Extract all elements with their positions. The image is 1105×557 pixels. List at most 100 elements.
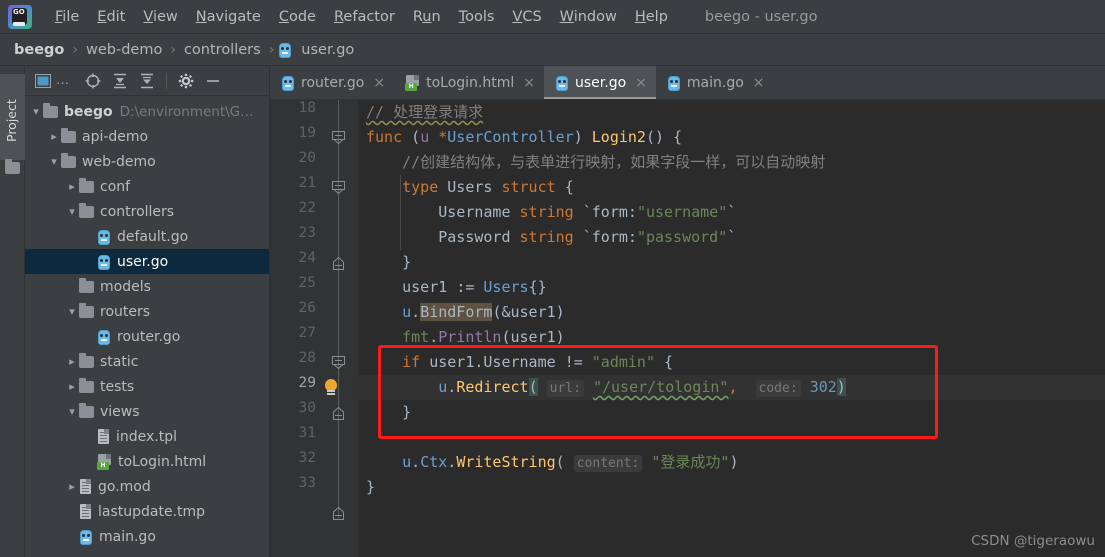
menu-view[interactable]: View	[134, 7, 186, 27]
code-line-18[interactable]: // 处理登录请求	[358, 100, 1105, 125]
tree-row[interactable]: ▾ views	[25, 399, 269, 424]
chevron-right-icon[interactable]: ▸	[65, 481, 79, 492]
close-icon[interactable]: ×	[635, 76, 647, 90]
code-line-26[interactable]: u.BindForm(&user1)	[358, 300, 1105, 325]
chevron-down-icon[interactable]: ▾	[65, 406, 79, 417]
fold-collapse-icon[interactable]	[332, 356, 345, 369]
lightbulb-icon[interactable]	[323, 379, 339, 397]
tree-item-label: beego	[64, 103, 113, 120]
code-line-28[interactable]: if user1.Username != "admin" {	[358, 350, 1105, 375]
collapse-all-button[interactable]	[135, 70, 159, 92]
toolbar-divider	[166, 72, 167, 89]
fold-collapse-icon[interactable]	[332, 181, 345, 194]
menu-navigate[interactable]: Navigate	[187, 7, 270, 27]
menu-help[interactable]: Help	[626, 7, 677, 27]
fold-end-icon[interactable]	[332, 507, 345, 520]
editor-tab-main-go[interactable]: main.go ×	[656, 66, 774, 99]
tree-row[interactable]: ▸ main.go	[25, 524, 269, 549]
chevron-down-icon[interactable]: ▾	[65, 306, 79, 317]
close-icon[interactable]: ×	[373, 76, 385, 90]
go-file-icon	[97, 254, 111, 270]
line-number: 24	[298, 250, 316, 266]
chevron-right-icon[interactable]: ▸	[65, 356, 79, 367]
tree-row[interactable]: ▸ lastupdate.tmp	[25, 499, 269, 524]
tree-row[interactable]: ▸ index.tpl	[25, 424, 269, 449]
menu-code[interactable]: Code	[270, 7, 325, 27]
tree-row[interactable]: ▾ web-demo	[25, 149, 269, 174]
fold-end-icon[interactable]	[332, 257, 345, 270]
tree-row[interactable]: ▾ controllers	[25, 199, 269, 224]
editor-tab-router-go[interactable]: router.go ×	[270, 66, 394, 99]
project-tree[interactable]: ▾ beego D:\environment\G… ▸ api-demo ▾ w…	[25, 96, 269, 557]
tree-row[interactable]: ▾ beego D:\environment\G…	[25, 99, 269, 124]
tree-row[interactable]: ▸ router.go	[25, 324, 269, 349]
tree-row[interactable]: ▸ conf	[25, 174, 269, 199]
tree-row[interactable]: ▸ api-demo	[25, 124, 269, 149]
tree-item-label: main.go	[99, 528, 156, 545]
hide-tool-window-button[interactable]	[201, 70, 225, 92]
breadcrumb-separator: ›	[268, 41, 275, 58]
code-line-29[interactable]: u.Redirect( url: "/user/tologin", code: …	[358, 375, 1105, 400]
editor-tab-tologin-html[interactable]: H toLogin.html ×	[394, 66, 544, 99]
editor-gutter[interactable]: 18 19 20 21 22 23 24 25 26 27 28 29 30 3…	[270, 100, 358, 557]
project-view-selector-dots[interactable]: …	[56, 73, 70, 88]
tree-row[interactable]: ▾ routers	[25, 299, 269, 324]
menu-vcs[interactable]: VCS	[503, 7, 550, 27]
tree-row[interactable]: ▸ default.go	[25, 224, 269, 249]
tool-window-tab-project[interactable]: Project	[0, 74, 25, 160]
menu-edit[interactable]: Edit	[88, 7, 134, 27]
editor-tab-label: main.go	[686, 74, 744, 91]
chevron-right-icon[interactable]: ▸	[47, 131, 61, 142]
code-line-25[interactable]: user1 := Users{}	[358, 275, 1105, 300]
tree-row[interactable]: ▸ H toLogin.html	[25, 449, 269, 474]
editor-tab-user-go[interactable]: user.go ×	[544, 66, 656, 99]
tree-item-label: router.go	[117, 328, 181, 345]
fold-end-icon[interactable]	[332, 407, 345, 420]
project-view-selector-button[interactable]	[31, 70, 55, 92]
tree-row[interactable]: ▸ models	[25, 274, 269, 299]
menu-tools[interactable]: Tools	[450, 7, 504, 27]
code-line-23[interactable]: Password string `form:"password"`	[358, 225, 1105, 250]
tree-row-selected[interactable]: ▸ user.go	[25, 249, 269, 274]
chevron-down-icon[interactable]: ▾	[65, 206, 79, 217]
tree-row[interactable]: ▸ static	[25, 349, 269, 374]
expand-all-button[interactable]	[108, 70, 132, 92]
go-file-icon	[555, 75, 569, 91]
folder-icon	[79, 402, 94, 418]
code-line-19[interactable]: func (u *UserController) Login2() {	[358, 125, 1105, 150]
chevron-down-icon[interactable]: ▾	[47, 156, 61, 167]
code-line-24[interactable]: }	[358, 250, 1105, 275]
locate-in-tree-button[interactable]	[81, 70, 105, 92]
code-content[interactable]: // 处理登录请求 func (u *UserController) Login…	[358, 100, 1105, 557]
chevron-right-icon[interactable]: ▸	[65, 381, 79, 392]
fold-guide-line	[338, 100, 339, 518]
code-line-20[interactable]: //创建结构体，与表单进行映射，如果字段一样，可以自动映射	[358, 150, 1105, 175]
menu-file[interactable]: File	[46, 7, 88, 27]
code-line-27[interactable]: fmt.Println(user1)	[358, 325, 1105, 350]
code-line-21[interactable]: type Users struct {	[358, 175, 1105, 200]
settings-button[interactable]	[174, 70, 198, 92]
tree-row[interactable]: ▸ go.mod	[25, 474, 269, 499]
menu-run[interactable]: Run	[404, 7, 450, 27]
tree-row[interactable]: ▸ tests	[25, 374, 269, 399]
close-icon[interactable]: ×	[523, 76, 535, 90]
breadcrumb-item-module[interactable]: web-demo	[82, 42, 166, 58]
chevron-right-icon[interactable]: ▸	[65, 181, 79, 192]
goland-logo-icon	[8, 4, 32, 29]
tree-item-label: default.go	[117, 228, 189, 245]
code-line-22[interactable]: Username string `form:"username"`	[358, 200, 1105, 225]
code-line-32[interactable]: u.Ctx.WriteString( content: "登录成功")	[358, 450, 1105, 475]
breadcrumb-item-file[interactable]: user.go	[297, 42, 358, 58]
code-line-30[interactable]: }	[358, 400, 1105, 425]
main-body: Project … ▾ beego D:\environment\G… ▸ ap…	[0, 66, 1105, 557]
menu-window[interactable]: Window	[551, 7, 626, 27]
chevron-down-icon[interactable]: ▾	[29, 106, 43, 117]
breadcrumb-item-project[interactable]: beego	[10, 42, 68, 58]
code-line-33[interactable]: }	[358, 475, 1105, 500]
menu-refactor[interactable]: Refactor	[325, 7, 404, 27]
fold-collapse-icon[interactable]	[332, 131, 345, 144]
close-icon[interactable]: ×	[753, 76, 765, 90]
code-editor[interactable]: 18 19 20 21 22 23 24 25 26 27 28 29 30 3…	[270, 100, 1105, 557]
breadcrumb-item-package[interactable]: controllers	[180, 42, 265, 58]
code-line-31[interactable]	[358, 425, 1105, 450]
